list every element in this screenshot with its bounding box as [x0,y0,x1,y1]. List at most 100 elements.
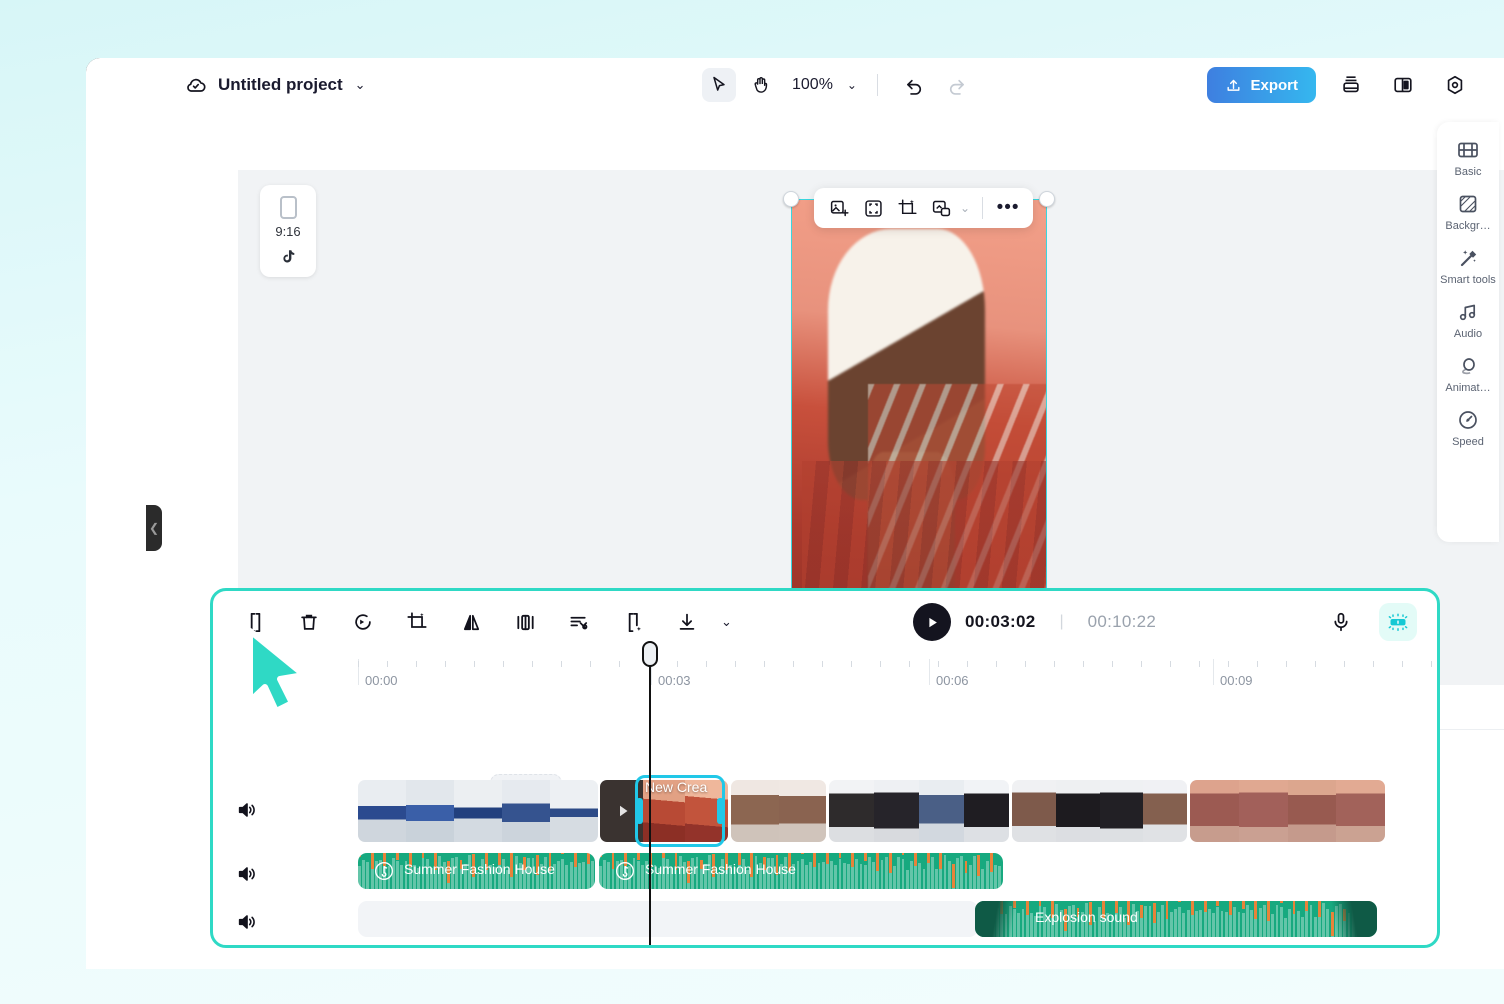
redo-icon[interactable] [940,68,974,102]
hand-pan-icon[interactable] [744,68,778,102]
aspect-ratio-label: 9:16 [275,224,300,239]
time-separator: | [1059,613,1063,631]
rail-item-speed[interactable]: Speed [1437,408,1499,448]
clip-thumbnail [502,780,550,842]
clip-float-toolbar[interactable]: ⌄ ••• [814,188,1033,228]
chevron-down-icon[interactable]: ⌄ [960,201,970,215]
speedometer-icon [1456,408,1480,432]
animation-circles-icon [1456,354,1480,378]
crop-icon[interactable] [399,604,435,640]
magic-wand-icon [1456,246,1480,270]
track-mute-audio-2[interactable] [231,906,263,938]
upload-icon [1225,77,1242,94]
track-mute-audio-1[interactable] [231,858,263,890]
ruler-label: 00:09 [1220,673,1253,688]
clip-thumbnail [1336,780,1385,842]
resize-handle-top-left[interactable] [783,191,799,207]
rail-label: Basic [1455,166,1482,178]
rail-item-basic[interactable]: Basic [1437,138,1499,178]
right-tool-rail[interactable]: Basic Backgr… Smart tools Audio Animat… [1437,122,1499,542]
music-disc-icon [615,861,635,881]
flip-icon[interactable] [453,604,489,640]
rail-label: Speed [1452,436,1484,448]
project-title-group[interactable]: Untitled project ⌄ [184,73,366,97]
audio-clip[interactable]: Summer Fashion House [599,853,1003,889]
clip-thumbnail [550,780,598,842]
export-button[interactable]: Export [1207,67,1316,103]
download-icon[interactable] [669,604,705,640]
cloud-check-icon [184,73,208,97]
rail-label: Smart tools [1440,274,1496,286]
silence-remove-icon[interactable] [561,604,597,640]
play-icon [614,802,632,820]
clip-thumbnail [1100,780,1144,842]
split-panel-icon[interactable] [1386,68,1420,102]
music-disc-icon [374,861,394,881]
chevron-down-icon[interactable]: ⌄ [721,614,732,630]
crop-magic-icon[interactable] [892,193,922,223]
microphone-icon[interactable] [1323,604,1359,640]
clip-thumbnail [1288,780,1337,842]
empty-audio-lane[interactable] [358,901,978,937]
track-mute-video[interactable] [231,794,263,826]
fade-in-curve [975,901,1027,937]
rail-item-animation[interactable]: Animat… [1437,354,1499,394]
audio-clip-label: Summer Fashion House [645,861,796,877]
playhead-knob[interactable] [642,641,658,667]
music-notes-icon [1456,300,1480,324]
export-label: Export [1250,77,1298,94]
toolbar-divider [877,74,878,96]
video-clip[interactable] [1012,780,1187,842]
undo-icon[interactable] [898,68,932,102]
playhead[interactable] [649,653,651,948]
fit-frame-icon[interactable] [507,604,543,640]
video-clip[interactable] [1190,780,1385,842]
current-time: 00:03:02 [965,612,1035,632]
rail-item-background[interactable]: Backgr… [1437,192,1499,232]
toolbar-divider [982,197,983,219]
auto-captions-icon [1386,610,1410,634]
library-collapse-handle[interactable]: ❮ [146,505,162,551]
clip-thumbnail [1056,780,1100,842]
audio-clip[interactable]: Summer Fashion House [358,853,595,889]
rail-item-smart-tools[interactable]: Smart tools [1437,246,1499,286]
aspect-ratio-card[interactable]: 9:16 [260,185,316,277]
video-clip[interactable] [358,780,598,842]
video-clip[interactable] [829,780,1009,842]
auto-captions-button[interactable] [1379,603,1417,641]
cursor-select-icon[interactable] [702,68,736,102]
rotate-icon[interactable] [345,604,381,640]
resize-handle-top-right[interactable] [1039,191,1055,207]
selected-clip-label: New Crea [645,779,717,795]
picture-in-picture-icon[interactable] [926,193,956,223]
clip-thumbnail [919,780,964,842]
rail-label: Audio [1454,328,1482,340]
play-button[interactable] [913,603,951,641]
settings-hex-icon[interactable] [1438,68,1472,102]
top-toolbar: Untitled project ⌄ 100% ⌄ [152,58,1504,112]
clip-thumbnail [1012,780,1056,842]
add-image-icon[interactable] [824,193,854,223]
more-options-icon[interactable]: ••• [993,193,1023,223]
audio-clip-label: Summer Fashion House [404,861,555,877]
chevron-down-icon[interactable]: ⌄ [355,77,366,93]
layers-icon[interactable] [1334,68,1368,102]
clip-thumbnail [874,780,919,842]
total-time: 00:10:22 [1088,612,1157,632]
fade-out-curve [1319,901,1377,937]
timeline-ruler[interactable]: 00:00 00:03 00:06 00:09 [213,653,1437,705]
auto-split-icon[interactable] [615,604,651,640]
clip-thumbnail [454,780,502,842]
video-clip[interactable] [731,780,826,842]
chevron-down-icon[interactable]: ⌄ [847,78,857,92]
fit-to-frame-icon[interactable] [858,193,888,223]
zoom-level-label[interactable]: 100% [792,76,833,94]
rail-item-audio[interactable]: Audio [1437,300,1499,340]
clip-thumbnail [358,780,406,842]
clip-thumbnail [779,780,827,842]
clip-thumbnail [406,780,454,842]
ruler-label: 00:06 [936,673,969,688]
audio-clip-explosion[interactable]: Explosion sound [975,901,1377,937]
clip-thumbnail [964,780,1009,842]
timeline-panel[interactable]: ⌄ 00:03:02 | 00:10:22 [210,588,1440,948]
